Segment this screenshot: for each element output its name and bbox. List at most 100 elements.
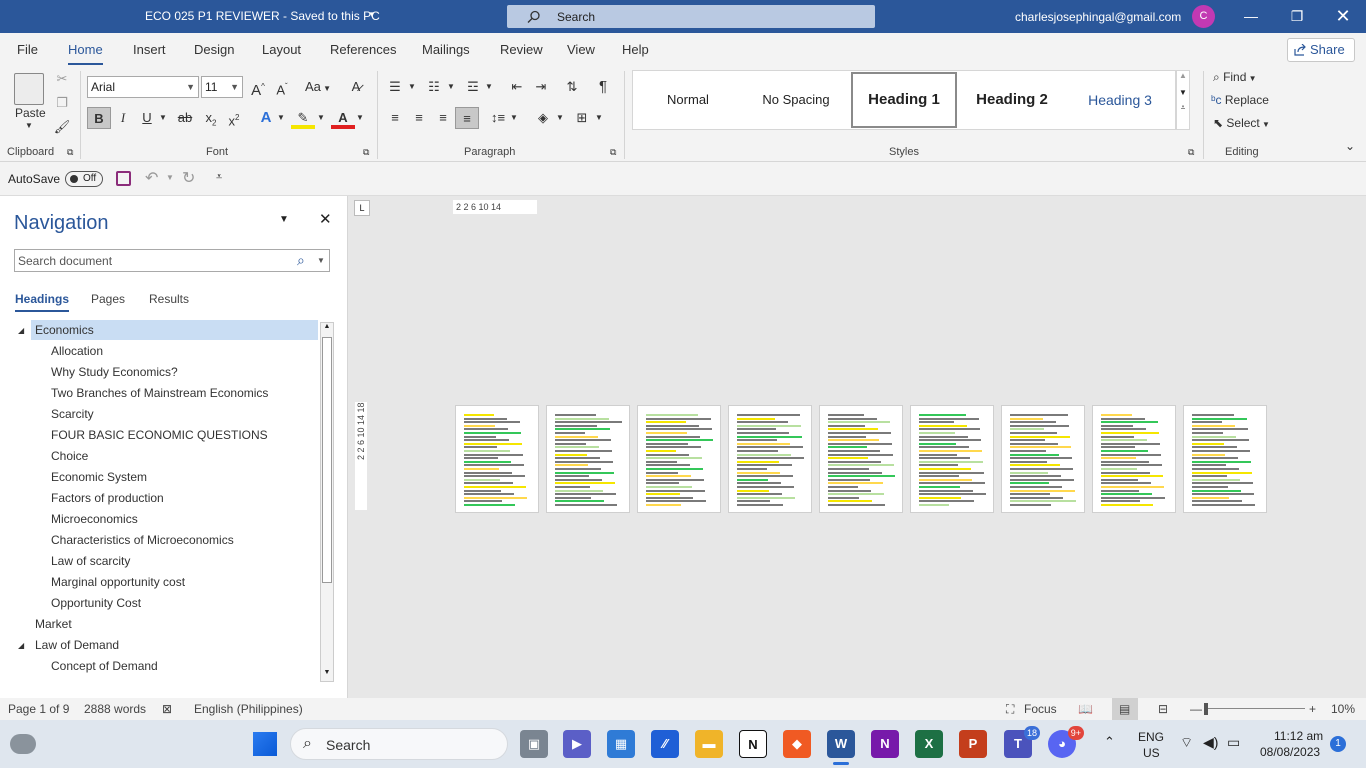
collapse-caret-icon[interactable]: ◢ xyxy=(18,641,24,650)
headings-scrollbar[interactable]: ▲ ▼ xyxy=(320,322,334,682)
nav-heading-item[interactable]: FOUR BASIC ECONOMIC QUESTIONS xyxy=(47,425,318,445)
tab-layout[interactable]: Layout xyxy=(262,42,301,57)
paste-label[interactable]: Paste xyxy=(15,106,46,120)
justify-icon[interactable]: ≡ xyxy=(455,107,479,129)
nav-heading-item[interactable]: Market xyxy=(31,614,318,634)
nav-heading-item[interactable]: Law of scarcity xyxy=(47,551,318,571)
clock-time[interactable]: 11:12 am xyxy=(1274,729,1323,743)
nav-heading-item[interactable]: Scarcity xyxy=(47,404,318,424)
superscript-button[interactable]: x2 xyxy=(222,107,246,129)
page-thumbnail[interactable] xyxy=(455,405,539,513)
page-thumbnail[interactable] xyxy=(1183,405,1267,513)
line-spacing-dropdown-icon[interactable]: ▼ xyxy=(510,113,518,122)
powerpoint-icon[interactable]: P xyxy=(959,730,987,758)
tab-review[interactable]: Review xyxy=(500,42,543,57)
nav-heading-item[interactable]: Why Study Economics? xyxy=(47,362,318,382)
teams-chat-icon[interactable]: ▶ xyxy=(563,730,591,758)
vertical-ruler[interactable]: 2 2 6 10 14 18 xyxy=(355,402,367,510)
subscript-button[interactable]: x2 xyxy=(199,107,223,129)
search-document-input[interactable]: Search document ⌕ ▼ xyxy=(14,249,330,272)
bullets-icon[interactable]: ☰ xyxy=(383,76,407,98)
tab-selector-icon[interactable]: L xyxy=(354,200,370,216)
multilevel-dropdown-icon[interactable]: ▼ xyxy=(485,82,493,91)
nav-heading-item[interactable]: Factors of production xyxy=(47,488,318,508)
word-count-status[interactable]: 2888 words xyxy=(84,702,146,716)
search-icon[interactable]: ⌕ xyxy=(297,252,305,269)
file-explorer-icon[interactable]: ▬ xyxy=(695,730,723,758)
numbering-dropdown-icon[interactable]: ▼ xyxy=(447,82,455,91)
nav-heading-item[interactable]: Law of Demand xyxy=(31,635,318,655)
nav-heading-item[interactable]: Concept of Demand xyxy=(47,656,318,676)
borders-icon[interactable]: ⊞ xyxy=(570,107,594,129)
undo-dropdown-icon[interactable]: ▼ xyxy=(166,173,174,182)
change-case-button[interactable]: Aa ▼ xyxy=(302,76,334,98)
excel-icon[interactable]: X xyxy=(915,730,943,758)
font-size-combo[interactable]: 11 ▼ xyxy=(201,76,243,98)
redo-icon[interactable]: ↻ xyxy=(182,168,195,188)
scroll-thumb[interactable] xyxy=(322,337,332,583)
nav-heading-item[interactable]: Microeconomics xyxy=(47,509,318,529)
line-spacing-icon[interactable]: ↕≡ xyxy=(486,107,510,129)
page-thumbnail[interactable] xyxy=(637,405,721,513)
proofing-icon[interactable]: ⊠ xyxy=(162,702,172,716)
store-icon[interactable]: ▦ xyxy=(607,730,635,758)
collapse-caret-icon[interactable]: ◢ xyxy=(18,326,24,335)
clipboard-launcher-icon[interactable]: ⧉ xyxy=(67,147,73,158)
zoom-slider-thumb[interactable] xyxy=(1204,703,1208,715)
tab-insert[interactable]: Insert xyxy=(133,42,166,57)
cut-icon[interactable]: ✂ xyxy=(50,68,74,90)
collapse-ribbon-icon[interactable]: ⌄ xyxy=(1345,139,1355,153)
language-status[interactable]: English (Philippines) xyxy=(194,702,303,716)
bold-button[interactable]: B xyxy=(87,107,111,129)
style-heading-3[interactable]: Heading 3 xyxy=(1067,72,1173,128)
weather-icon[interactable] xyxy=(10,734,36,754)
align-right-icon[interactable]: ≡ xyxy=(431,107,455,129)
underline-button[interactable]: U xyxy=(135,107,159,129)
nav-heading-item[interactable]: Two Branches of Mainstream Economics xyxy=(47,383,318,403)
tab-help[interactable]: Help xyxy=(622,42,649,57)
text-effects-icon[interactable]: A xyxy=(254,107,278,129)
highlight-icon[interactable]: ✎ xyxy=(291,107,315,129)
customize-qat-icon[interactable]: ⩡ xyxy=(216,171,222,184)
scroll-down-icon[interactable]: ▼ xyxy=(321,669,333,681)
taskbar-search[interactable]: ⌕ Search xyxy=(290,728,508,760)
bullets-dropdown-icon[interactable]: ▼ xyxy=(408,82,416,91)
volume-icon[interactable]: ◀) xyxy=(1203,734,1218,751)
brave-icon[interactable]: ◆ xyxy=(783,730,811,758)
clock-date[interactable]: 08/08/2023 xyxy=(1260,745,1320,759)
restore-button[interactable]: ❐ xyxy=(1274,0,1320,33)
nav-heading-item[interactable]: Marginal opportunity cost xyxy=(47,572,318,592)
tab-view[interactable]: View xyxy=(567,42,595,57)
tab-design[interactable]: Design xyxy=(194,42,234,57)
page-thumbnail[interactable] xyxy=(728,405,812,513)
document-title[interactable]: ECO 025 P1 REVIEWER - Saved to this PC xyxy=(145,9,380,23)
nav-heading-item[interactable]: Economic System xyxy=(47,467,318,487)
print-layout-button[interactable]: ▤ xyxy=(1112,698,1138,720)
shrink-font-icon[interactable]: Aˇ xyxy=(270,76,294,98)
shading-icon[interactable]: ◈ xyxy=(531,107,555,129)
nav-heading-item[interactable]: Allocation xyxy=(47,341,318,361)
italic-button[interactable]: I xyxy=(111,107,135,129)
title-dropdown-icon[interactable]: ▼ xyxy=(368,10,376,19)
copy-icon[interactable]: ❐ xyxy=(50,92,74,114)
page-count-status[interactable]: Page 1 of 9 xyxy=(8,702,69,716)
decrease-indent-icon[interactable]: ⇤ xyxy=(505,76,529,98)
paragraph-launcher-icon[interactable]: ⧉ xyxy=(610,147,616,158)
text-effects-dropdown-icon[interactable]: ▼ xyxy=(277,113,285,122)
paste-icon[interactable] xyxy=(14,73,44,105)
nav-tab-results[interactable]: Results xyxy=(149,292,189,306)
font-color-dropdown-icon[interactable]: ▼ xyxy=(356,113,364,122)
minimize-button[interactable]: — xyxy=(1228,0,1274,33)
save-icon[interactable] xyxy=(116,171,131,186)
zoom-level[interactable]: 10% xyxy=(1331,702,1355,716)
nav-heading-item[interactable]: Characteristics of Microeconomics xyxy=(47,530,318,550)
nav-heading-item[interactable]: Economics xyxy=(31,320,318,340)
user-email[interactable]: charlesjosephingal@gmail.com xyxy=(1015,10,1181,24)
styles-more-icon[interactable]: ⩡ xyxy=(1177,103,1189,113)
multilevel-list-icon[interactable]: ☲ xyxy=(461,76,485,98)
font-color-icon[interactable]: A xyxy=(331,107,355,129)
font-launcher-icon[interactable]: ⧉ xyxy=(363,147,369,158)
focus-icon[interactable]: ⛶ xyxy=(1006,702,1014,717)
underline-dropdown-icon[interactable]: ▼ xyxy=(159,113,167,122)
avatar[interactable]: C xyxy=(1192,5,1215,28)
